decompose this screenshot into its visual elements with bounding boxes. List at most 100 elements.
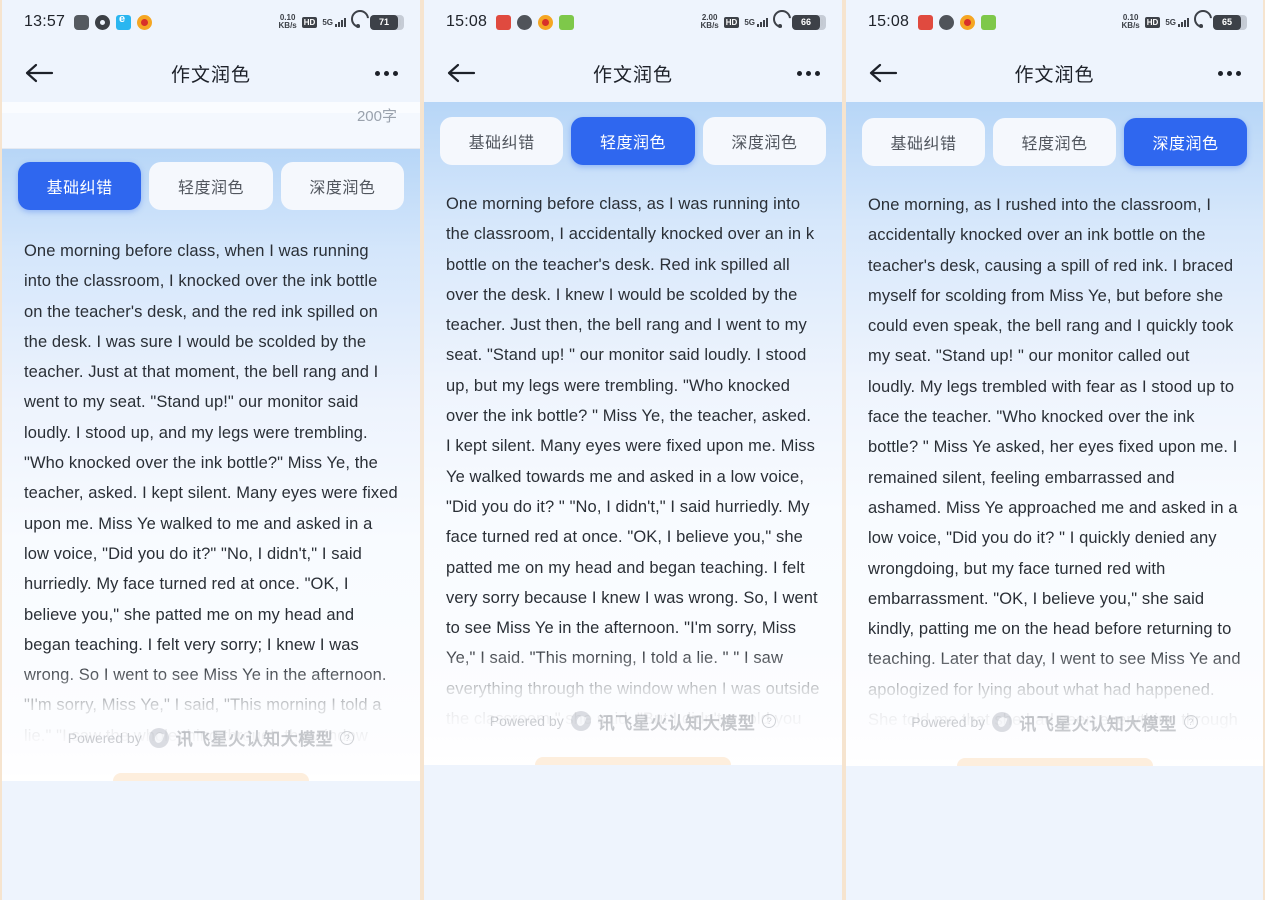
back-arrow-icon[interactable] [868,61,898,85]
red-app-icon [496,14,512,30]
tab-deep-polish[interactable]: 深度润色 [702,117,826,165]
nav-bar: 作文润色 [424,44,842,102]
word-count-label: 200字 [356,108,397,125]
spark-flame-icon [570,711,591,732]
browser-icon [116,13,132,30]
spark-flame-icon [992,712,1013,733]
bottom-action-stub[interactable] [956,757,1153,766]
status-left-icons [918,14,997,30]
status-bar: 15:08 0.10 KB/s HD 5G 65 [846,0,1263,44]
three-phone-screenshots: 13:57 0.10 KB/s HD 5G 71 [0,0,1265,900]
page-title: 作文润色 [170,64,251,86]
network-speed-unit: KB/s [700,21,719,30]
chat-bubble-icon [939,14,955,30]
tab-basic-correction[interactable]: 基础纠错 [440,117,564,165]
tab-light-polish[interactable]: 轻度润色 [993,118,1116,166]
battery-icon: 71 [370,14,401,30]
gear-icon [95,14,111,30]
chat-bubble-icon [517,14,533,30]
network-speed-unit: KB/s [278,21,297,30]
bars-glyph [1178,17,1189,27]
alarm-icon [137,14,153,30]
square-icon [74,14,90,30]
tab-light-polish[interactable]: 轻度润色 [571,117,695,165]
brand-label: 讯飞星火认知大模型 [597,713,756,733]
tab-deep-polish[interactable]: 深度润色 [280,162,404,210]
panel-content: 基础纠错 轻度润色 深度润色 One morning, as I rushed … [846,102,1263,766]
battery-shell: 66 [792,14,826,30]
essay-text: One morning before class, when I was run… [24,242,398,776]
powered-by-row: Powered by 讯飞星火认知大模型 ? [911,710,1198,735]
more-dots-icon[interactable] [797,70,820,76]
status-right-icons: 0.10 KB/s HD 5G 65 [1121,13,1247,31]
hd-icon: HD [723,16,740,28]
brand-label: 讯飞星火认知大模型 [1019,714,1177,734]
status-bar: 13:57 0.10 KB/s HD 5G 71 [2,0,420,44]
network-type-label: 5G [1165,18,1176,27]
network-speed: 2.00 KB/s [700,13,719,31]
tab-deep-polish[interactable]: 深度润色 [1124,118,1247,166]
status-time: 15:08 [446,13,488,30]
back-arrow-icon[interactable] [24,61,54,85]
spark-flame-icon [148,727,169,748]
phone-screen-1: 13:57 0.10 KB/s HD 5G 71 [0,0,422,900]
status-time: 15:08 [868,13,910,30]
brand-label: 讯飞星火认知大模型 [175,730,334,750]
phone-screen-2: 15:08 2.00 KB/s HD 5G 66 作文润色 基础纠错 轻度润色 … [422,0,844,900]
wifi-icon [351,17,365,28]
footer: Powered by 讯飞星火认知大模型 ? [2,715,420,782]
battery-icon: 66 [792,14,823,30]
question-mark-icon[interactable]: ? [762,714,777,729]
red-app-icon [918,14,934,30]
status-right-icons: 2.00 KB/s HD 5G 66 [700,13,826,31]
bottom-action-stub[interactable] [113,773,309,782]
bars-glyph [757,17,768,27]
orange-app-icon [538,14,554,30]
tab-basic-correction[interactable]: 基础纠错 [18,162,142,210]
wifi-icon [1194,17,1208,28]
network-speed: 0.10 KB/s [278,13,297,31]
status-right-icons: 0.10 KB/s HD 5G 71 [278,13,404,31]
tab-basic-correction[interactable]: 基础纠错 [862,118,985,166]
question-mark-icon[interactable]: ? [340,730,355,745]
more-dots-icon[interactable] [375,70,398,76]
mode-tab-group: 基础纠错 轻度润色 深度润色 [2,149,420,210]
signal-bars-icon: 5G [1165,17,1189,27]
panel-content: 基础纠错 轻度润色 深度润色 One morning before class,… [2,149,420,782]
essay-text: One morning before class, as I was runni… [446,195,820,759]
tab-light-polish[interactable]: 轻度润色 [149,162,273,210]
nav-bar: 作文润色 [2,44,420,102]
network-speed: 0.10 KB/s [1121,13,1140,31]
green-app-icon [559,14,575,30]
nav-bar: 作文润色 [846,44,1263,102]
phone-screen-3: 15:08 0.10 KB/s HD 5G 65 作文润色 基础纠错 轻度润色 … [844,0,1265,900]
battery-shell: 65 [1213,14,1247,30]
status-left-icons [74,13,153,30]
powered-by-label: Powered by [489,713,564,730]
status-time: 13:57 [24,13,66,30]
signal-bars-icon: 5G [322,17,346,27]
page-title: 作文润色 [1014,64,1095,86]
network-speed-unit: KB/s [1121,21,1140,30]
panel-content: 基础纠错 轻度润色 深度润色 One morning before class,… [424,102,842,765]
battery-shell: 71 [370,14,404,30]
status-bar: 15:08 2.00 KB/s HD 5G 66 [424,0,842,44]
bottom-action-stub[interactable] [535,756,731,765]
page-title: 作文润色 [592,64,673,86]
powered-by-label: Powered by [67,729,142,746]
word-count-strip: 200字 [2,108,420,149]
wifi-icon [773,17,787,28]
orange-app-icon [960,14,976,30]
mode-tab-group: 基础纠错 轻度润色 深度润色 [424,102,842,165]
mode-tab-group: 基础纠错 轻度润色 深度润色 [846,102,1263,166]
network-type-label: 5G [744,18,755,27]
back-arrow-icon[interactable] [446,61,476,85]
network-type-label: 5G [322,18,333,27]
footer: Powered by 讯飞星火认知大模型 ? [424,699,842,765]
essay-text: One morning, as I rushed into the classr… [868,196,1241,760]
battery-icon: 65 [1213,14,1244,30]
footer: Powered by 讯飞星火认知大模型 ? [846,700,1263,766]
powered-by-label: Powered by [911,714,986,731]
more-dots-icon[interactable] [1218,70,1241,76]
question-mark-icon[interactable]: ? [1183,715,1198,730]
